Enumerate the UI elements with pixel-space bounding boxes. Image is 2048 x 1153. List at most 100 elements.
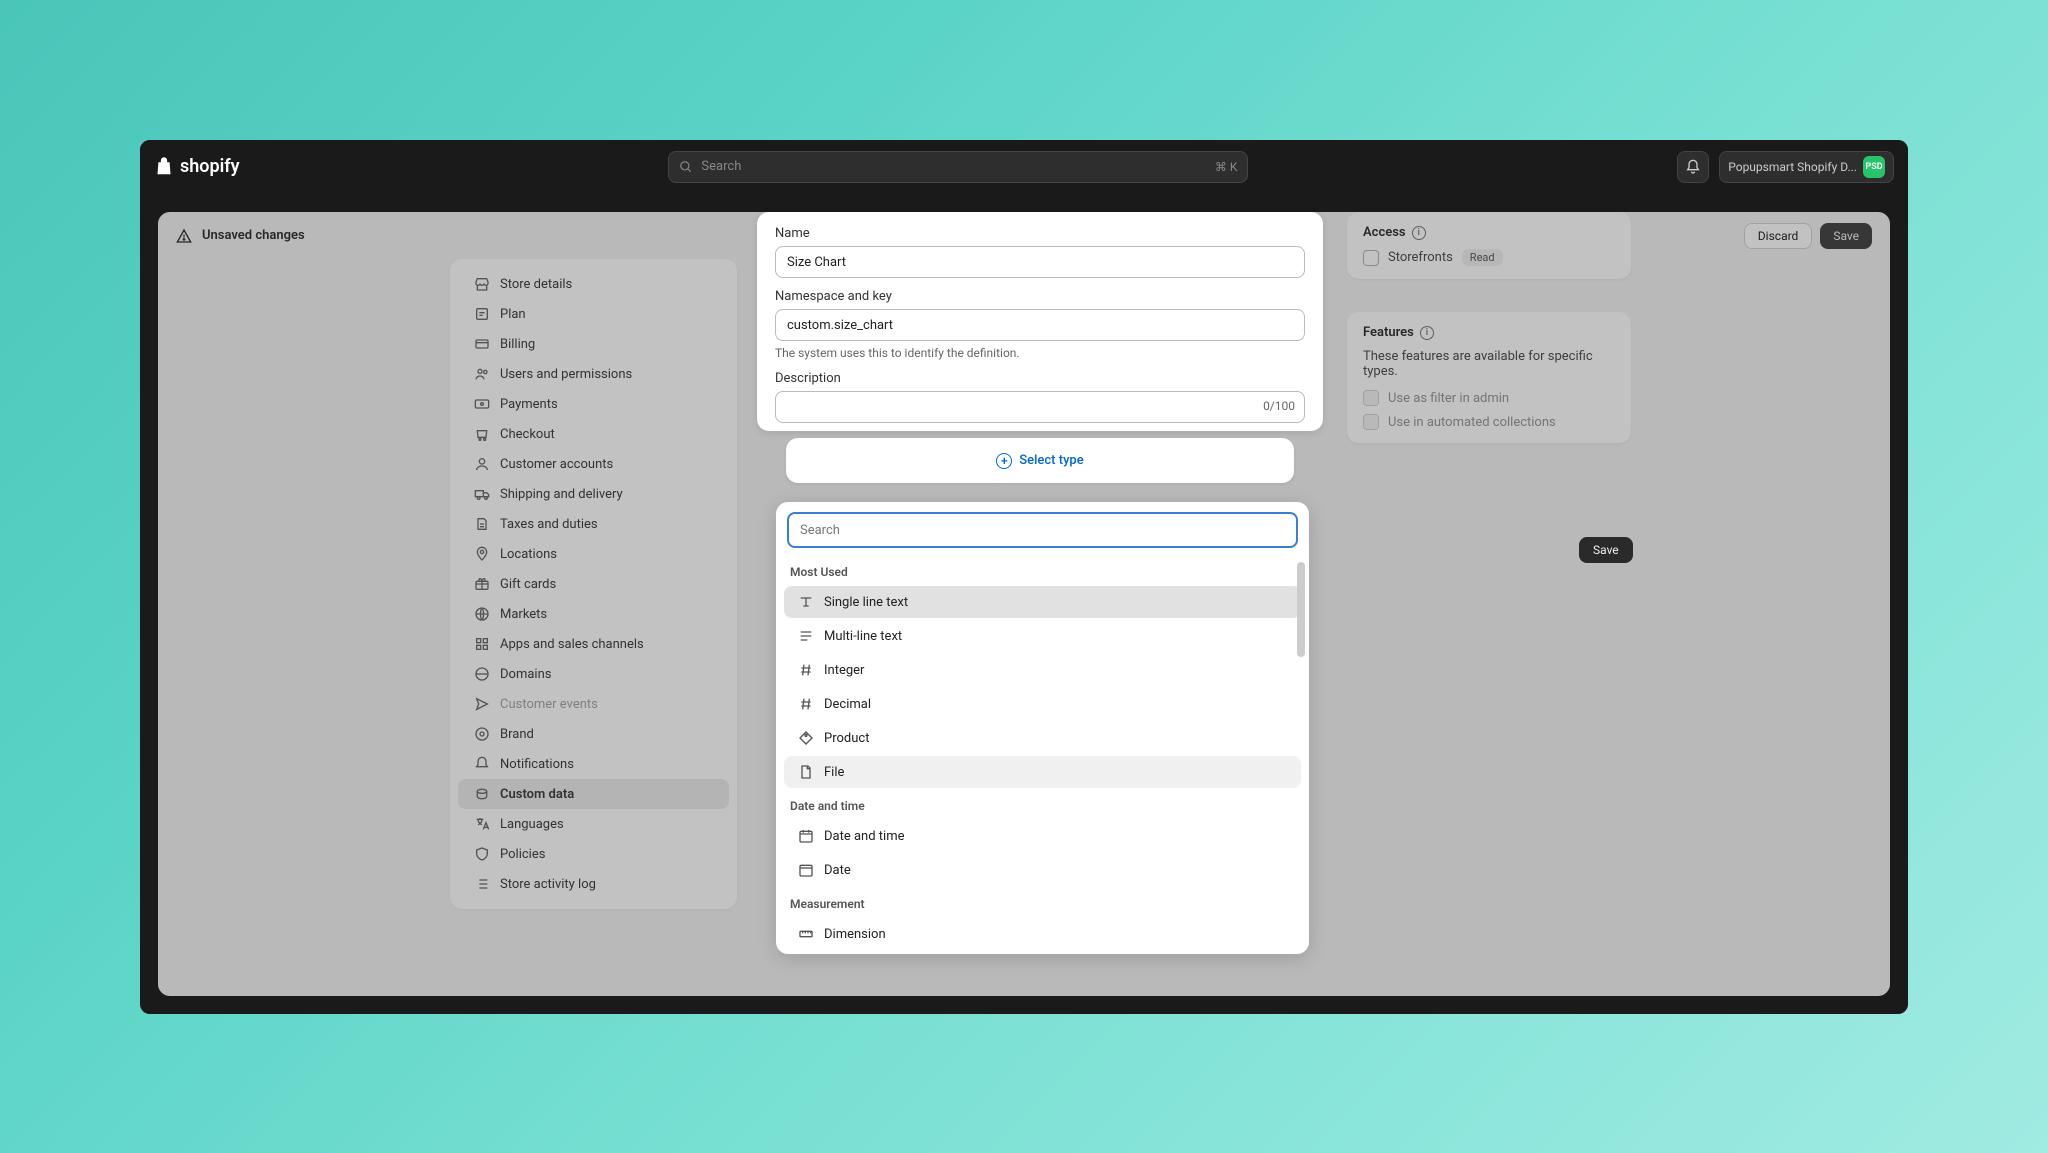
brand-logo[interactable]: shopify (154, 156, 240, 177)
tag-icon (798, 730, 814, 746)
calendar-clock-icon (798, 828, 814, 844)
sidebar-item-shipping[interactable]: Shipping and delivery (458, 479, 729, 509)
sidebar-item-label: Checkout (500, 427, 555, 442)
sidebar-item-payments[interactable]: Payments (458, 389, 729, 419)
section-measurement: Measurement (776, 888, 1309, 916)
globe-icon (474, 606, 490, 622)
search-icon (679, 160, 693, 174)
discard-button[interactable]: Discard (1744, 223, 1813, 249)
sidebar-item-label: Locations (500, 547, 557, 562)
sidebar-item-label: Customer accounts (500, 457, 613, 472)
sidebar-item-plan[interactable]: Plan (458, 299, 729, 329)
store-icon (474, 276, 490, 292)
sidebar-item-label: Apps and sales channels (500, 637, 644, 652)
apps-icon (474, 636, 490, 652)
sidebar-item-brand[interactable]: Brand (458, 719, 729, 749)
name-input[interactable] (775, 246, 1305, 278)
billing-icon (474, 336, 490, 352)
sidebar-item-checkout[interactable]: Checkout (458, 419, 729, 449)
sidebar-item-label: Billing (500, 337, 535, 352)
namespace-input[interactable] (775, 309, 1305, 341)
file-icon (798, 764, 814, 780)
type-dimension[interactable]: Dimension (784, 918, 1301, 950)
sidebar-item-apps[interactable]: Apps and sales channels (458, 629, 729, 659)
sidebar-item-label: Plan (500, 307, 526, 322)
storefronts-label: Storefronts (1388, 250, 1453, 265)
read-badge: Read (1462, 249, 1503, 266)
sidebar-item-notifications[interactable]: Notifications (458, 749, 729, 779)
type-search-input[interactable] (787, 512, 1298, 548)
sidebar-item-locations[interactable]: Locations (458, 539, 729, 569)
select-type-label: Select type (1019, 453, 1083, 468)
sidebar-item-customer-accounts[interactable]: Customer accounts (458, 449, 729, 479)
sidebar-item-activity-log[interactable]: Store activity log (458, 869, 729, 899)
sidebar-item-customer-events[interactable]: Customer events (458, 689, 729, 719)
type-integer[interactable]: Integer (784, 654, 1301, 686)
list-icon (474, 876, 490, 892)
warning-icon (176, 228, 192, 244)
sidebar-item-taxes[interactable]: Taxes and duties (458, 509, 729, 539)
shopify-bag-icon (154, 157, 174, 177)
location-icon (474, 546, 490, 562)
users-icon (474, 366, 490, 382)
save-button-secondary[interactable]: Save (1579, 537, 1633, 563)
sidebar-item-label: Store activity log (500, 877, 596, 892)
type-label: Multi-line text (824, 629, 902, 644)
collections-label: Use in automated collections (1388, 415, 1556, 430)
taxes-icon (474, 516, 490, 532)
select-type-button[interactable]: + Select type (786, 438, 1294, 483)
sidebar-item-policies[interactable]: Policies (458, 839, 729, 869)
type-label: Single line text (824, 595, 908, 610)
sidebar-item-label: Customer events (500, 697, 598, 712)
account-name: Popupsmart Shopify D... (1728, 160, 1857, 174)
content-area: Unsaved changes Discard Save Store detai… (158, 212, 1890, 996)
type-label: Date and time (824, 829, 905, 844)
features-title: Features (1363, 325, 1414, 340)
type-label: Date (824, 863, 851, 878)
namespace-help: The system uses this to identify the def… (775, 346, 1305, 360)
bell-icon (474, 756, 490, 772)
name-label: Name (775, 226, 1305, 241)
sidebar-item-languages[interactable]: Languages (458, 809, 729, 839)
save-button[interactable]: Save (1820, 223, 1872, 249)
type-single-line-text[interactable]: Single line text (784, 586, 1301, 618)
collections-checkbox (1363, 414, 1379, 430)
storefronts-checkbox[interactable] (1363, 250, 1379, 266)
sidebar-item-domains[interactable]: Domains (458, 659, 729, 689)
sidebar-item-markets[interactable]: Markets (458, 599, 729, 629)
sidebar-item-custom-data[interactable]: Custom data (458, 779, 729, 809)
hash-icon (798, 662, 814, 678)
type-file[interactable]: File (784, 756, 1301, 788)
global-search[interactable]: Search ⌘ K (668, 151, 1248, 183)
info-icon[interactable]: i (1420, 326, 1434, 340)
plus-circle-icon: + (996, 453, 1012, 469)
account-menu[interactable]: Popupsmart Shopify D... PSD (1719, 151, 1894, 183)
notifications-button[interactable] (1677, 151, 1709, 183)
type-label: Dimension (824, 927, 886, 942)
type-label: Decimal (824, 697, 871, 712)
settings-sidebar: Store details Plan Billing Users and per… (450, 259, 737, 909)
search-shortcut: ⌘ K (1215, 160, 1238, 174)
type-product[interactable]: Product (784, 722, 1301, 754)
sidebar-item-gift-cards[interactable]: Gift cards (458, 569, 729, 599)
scrollbar[interactable] (1297, 562, 1305, 657)
language-icon (474, 816, 490, 832)
sidebar-item-label: Gift cards (500, 577, 556, 592)
sidebar-item-billing[interactable]: Billing (458, 329, 729, 359)
features-desc: These features are available for specifi… (1363, 349, 1615, 379)
type-label: Integer (824, 663, 864, 678)
type-multi-line-text[interactable]: Multi-line text (784, 620, 1301, 652)
description-input[interactable] (775, 391, 1305, 423)
hash-icon (798, 696, 814, 712)
info-icon[interactable]: i (1412, 226, 1426, 240)
sidebar-item-users[interactable]: Users and permissions (458, 359, 729, 389)
namespace-label: Namespace and key (775, 289, 1305, 304)
type-date-time[interactable]: Date and time (784, 820, 1301, 852)
type-date[interactable]: Date (784, 854, 1301, 886)
custom-data-icon (474, 786, 490, 802)
type-decimal[interactable]: Decimal (784, 688, 1301, 720)
text-icon (798, 594, 814, 610)
ruler-icon (798, 926, 814, 942)
section-date-time: Date and time (776, 790, 1309, 818)
sidebar-item-store-details[interactable]: Store details (458, 269, 729, 299)
